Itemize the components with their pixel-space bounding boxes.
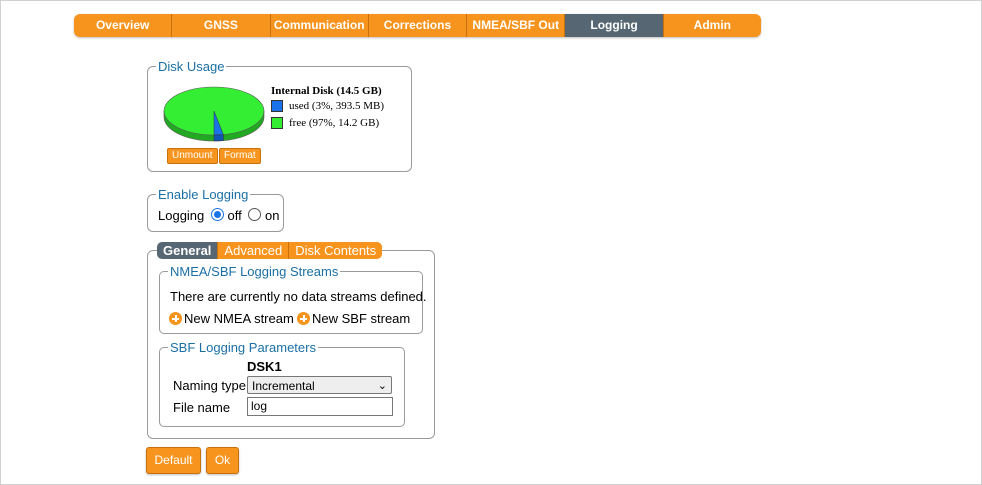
legend-used: used (3%, 393.5 MB) — [271, 100, 384, 112]
nav-admin[interactable]: Admin — [664, 14, 761, 37]
enable-logging-legend: Enable Logging — [158, 187, 249, 202]
unmount-button[interactable]: Unmount — [167, 148, 218, 164]
file-name-label: File name — [173, 400, 231, 415]
logging-row: Logging off on — [158, 208, 279, 223]
tab-disk-contents[interactable]: Disk Contents — [289, 242, 383, 259]
nav-communication[interactable]: Communication — [271, 14, 369, 37]
nav-gnss[interactable]: GNSS — [172, 14, 271, 37]
format-button[interactable]: Format — [219, 148, 261, 164]
ok-button[interactable]: Ok — [206, 447, 239, 474]
naming-type-value: Incremental — [252, 379, 315, 393]
used-label: used (3%, 393.5 MB) — [289, 100, 385, 112]
dsk1-column-header: DSK1 — [247, 359, 282, 374]
logging-off-radio[interactable] — [210, 208, 224, 221]
tab-bar: General Advanced Disk Contents — [157, 242, 383, 259]
file-name-input[interactable]: log — [247, 397, 393, 416]
tab-general[interactable]: General — [157, 242, 219, 259]
new-nmea-label: New NMEA stream — [184, 311, 294, 326]
free-label: free (97%, 14.2 GB) — [289, 117, 380, 129]
new-sbf-label: New SBF stream — [312, 311, 411, 326]
add-icon — [297, 312, 310, 325]
disk-pie-chart — [163, 86, 265, 142]
streams-legend: NMEA/SBF Logging Streams — [170, 264, 339, 279]
logging-label: Logging — [158, 208, 205, 223]
nav-logging[interactable]: Logging — [565, 14, 664, 37]
logging-on-label[interactable]: on — [265, 208, 279, 223]
main-nav: Overview GNSS Communication Corrections … — [74, 14, 761, 37]
used-swatch — [271, 100, 283, 112]
sbf-params-legend: SBF Logging Parameters — [170, 340, 316, 355]
streams-empty-text: There are currently no data streams defi… — [170, 289, 427, 304]
nav-nmea-sbf-out[interactable]: NMEA/SBF Out — [467, 14, 566, 37]
add-icon — [169, 312, 182, 325]
free-swatch — [271, 117, 283, 129]
chevron-down-icon: ⌄ — [377, 380, 387, 392]
logging-on-radio[interactable] — [248, 208, 262, 221]
nav-overview[interactable]: Overview — [74, 14, 173, 37]
new-sbf-stream-link[interactable]: New SBF stream — [297, 311, 410, 326]
disk-title: Internal Disk (14.5 GB) — [271, 85, 382, 97]
tab-advanced[interactable]: Advanced — [218, 242, 290, 259]
naming-type-label: Naming type — [173, 378, 246, 393]
new-nmea-stream-link[interactable]: New NMEA stream — [169, 311, 294, 326]
default-button[interactable]: Default — [146, 447, 201, 474]
disk-usage-legend: Disk Usage — [158, 59, 225, 74]
legend-free: free (97%, 14.2 GB) — [271, 117, 379, 129]
logging-off-label[interactable]: off — [228, 208, 242, 223]
nav-corrections[interactable]: Corrections — [369, 14, 468, 37]
naming-type-select[interactable]: Incremental ⌄ — [247, 376, 392, 394]
pie-side-used — [213, 134, 224, 142]
